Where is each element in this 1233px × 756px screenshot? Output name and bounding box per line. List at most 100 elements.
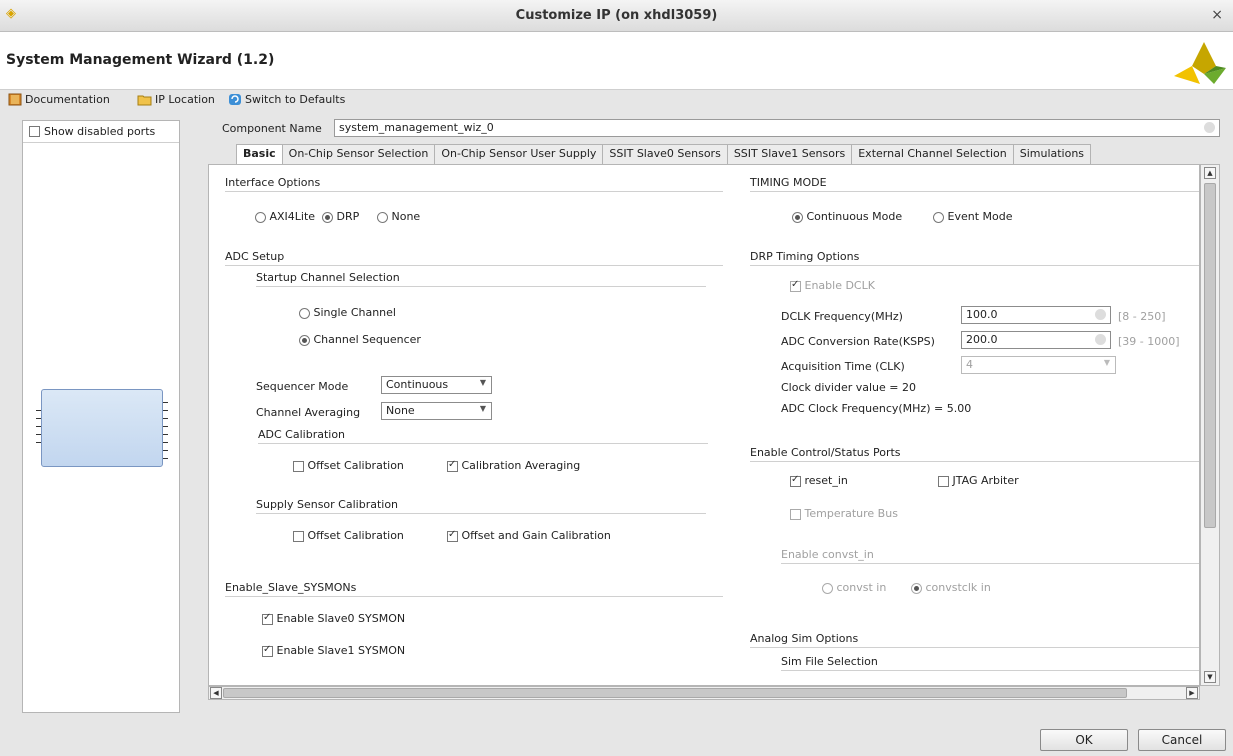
none-radio[interactable] (377, 211, 388, 223)
tab-external-channel-selection[interactable]: External Channel Selection (851, 144, 1014, 164)
supply-offset-calibration-option[interactable]: Offset Calibration (293, 529, 404, 542)
jtag-arbiter-option[interactable]: JTAG Arbiter (938, 474, 1019, 487)
symbol-panel: Show disabled ports (22, 120, 180, 713)
offset-gain-calibration-checkbox[interactable] (447, 529, 458, 542)
show-disabled-ports-option[interactable]: Show disabled ports (23, 121, 179, 143)
ok-button[interactable]: OK (1040, 729, 1128, 751)
tab-basic[interactable]: Basic (236, 144, 283, 165)
adc-conversion-rate-range: [39 - 1000] (1118, 335, 1180, 348)
enable-slave1-option[interactable]: Enable Slave1 SYSMON (262, 644, 405, 657)
clear-icon[interactable] (1204, 122, 1215, 133)
show-disabled-ports-label: Show disabled ports (44, 125, 156, 138)
acquisition-time-value: 4 (966, 358, 973, 371)
continuous-mode-option[interactable]: Continuous Mode (792, 210, 902, 223)
control-status-ports-title: Enable Control/Status Ports (750, 446, 901, 459)
documentation-label: Documentation (25, 93, 110, 106)
vertical-scroll-thumb[interactable] (1204, 183, 1216, 528)
convstclk-in-label: convstclk in (925, 581, 991, 594)
tab-on-chip-sensor-selection[interactable]: On-Chip Sensor Selection (281, 144, 436, 164)
dclk-frequency-input[interactable]: 100.0 (961, 306, 1111, 324)
tab-ssit-slave0-sensors[interactable]: SSIT Slave0 Sensors (602, 144, 728, 164)
jtag-arbiter-label: JTAG Arbiter (952, 474, 1019, 487)
clear-icon[interactable] (1095, 334, 1106, 345)
continuous-mode-radio[interactable] (792, 211, 803, 223)
ip-symbol (36, 389, 168, 467)
event-mode-label: Event Mode (947, 210, 1013, 223)
offset-gain-calibration-option[interactable]: Offset and Gain Calibration (447, 529, 611, 542)
single-channel-radio[interactable] (299, 307, 310, 319)
cancel-button[interactable]: Cancel (1138, 729, 1226, 751)
acquisition-time-select: 4 ▼ (961, 356, 1116, 374)
sequencer-mode-select[interactable]: Continuous ▼ (381, 376, 492, 394)
drp-label: DRP (336, 210, 360, 223)
scroll-up-icon[interactable]: ▲ (1204, 167, 1216, 179)
channel-sequencer-radio[interactable] (299, 334, 310, 346)
component-name-input[interactable]: system_management_wiz_0 (334, 119, 1220, 137)
enable-dclk-option: Enable DCLK (790, 279, 875, 292)
reset-in-checkbox[interactable] (790, 474, 801, 487)
channel-sequencer-option[interactable]: Channel Sequencer (299, 333, 421, 346)
offset-calibration-label: Offset Calibration (307, 459, 404, 472)
clear-icon[interactable] (1095, 309, 1106, 320)
calibration-averaging-option[interactable]: Calibration Averaging (447, 459, 580, 472)
tab-simulations[interactable]: Simulations (1012, 144, 1092, 164)
continuous-mode-label: Continuous Mode (806, 210, 903, 223)
interface-drp-option[interactable]: DRP (322, 210, 359, 223)
supply-sensor-calibration-title: Supply Sensor Calibration (256, 498, 399, 511)
single-channel-option[interactable]: Single Channel (299, 306, 396, 319)
sequencer-mode-value: Continuous (386, 378, 449, 391)
supply-offset-calibration-checkbox[interactable] (293, 530, 304, 542)
refresh-icon (229, 94, 241, 105)
tab-ssit-slave1-sensors[interactable]: SSIT Slave1 Sensors (726, 144, 853, 164)
convst-in-radio (822, 582, 833, 594)
analog-sim-options-title: Analog Sim Options (750, 632, 859, 645)
wizard-title: System Management Wizard (1.2) (6, 52, 275, 68)
channel-averaging-select[interactable]: None ▼ (381, 402, 492, 420)
interface-options-title: Interface Options (225, 176, 321, 189)
event-mode-radio[interactable] (933, 211, 944, 223)
enable-slave1-checkbox[interactable] (262, 644, 273, 657)
offset-calibration-checkbox[interactable] (293, 460, 304, 472)
calibration-averaging-checkbox[interactable] (447, 459, 458, 472)
tab-bar: Basic On-Chip Sensor Selection On-Chip S… (236, 144, 1092, 165)
convst-in-label: convst in (836, 581, 887, 594)
dclk-frequency-label: DCLK Frequency(MHz) (781, 310, 903, 323)
drp-radio[interactable] (322, 211, 333, 223)
offset-gain-calibration-label: Offset and Gain Calibration (461, 529, 611, 542)
show-disabled-ports-checkbox[interactable] (29, 126, 40, 137)
adc-conversion-rate-input[interactable]: 200.0 (961, 331, 1111, 349)
tab-on-chip-sensor-user-supply[interactable]: On-Chip Sensor User Supply (434, 144, 604, 164)
vertical-scrollbar[interactable]: ▲ ▼ (1200, 164, 1220, 686)
horizontal-scrollbar[interactable]: ◀ ▶ (208, 686, 1200, 700)
axi4lite-radio[interactable] (255, 211, 266, 223)
enable-slave-sysmons-title: Enable_Slave_SYSMONs (225, 581, 357, 594)
convstclk-in-option: convstclk in (911, 581, 991, 594)
startup-channel-selection-title: Startup Channel Selection (256, 271, 400, 284)
chevron-down-icon: ▼ (479, 378, 486, 387)
adc-conversion-rate-label: ADC Conversion Rate(KSPS) (781, 335, 935, 348)
title-bar: ◈ Customize IP (on xhdl3059) × (0, 0, 1233, 32)
sim-file-selection-title: Sim File Selection (781, 655, 878, 668)
close-icon[interactable]: × (1211, 7, 1223, 23)
event-mode-option[interactable]: Event Mode (933, 210, 1012, 223)
jtag-arbiter-checkbox[interactable] (938, 475, 949, 487)
interface-none-option[interactable]: None (377, 210, 420, 223)
adc-setup-title: ADC Setup (225, 250, 285, 263)
offset-calibration-option[interactable]: Offset Calibration (293, 459, 404, 472)
interface-axi4lite-option[interactable]: AXI4Lite (255, 210, 315, 223)
scroll-down-icon[interactable]: ▼ (1204, 671, 1216, 683)
dclk-frequency-value: 100.0 (966, 308, 998, 321)
enable-slave0-checkbox[interactable] (262, 612, 273, 625)
reset-in-option[interactable]: reset_in (790, 474, 848, 487)
switch-defaults-button[interactable]: Switch to Defaults (228, 93, 345, 106)
ip-location-button[interactable]: IP Location (137, 93, 215, 106)
scroll-left-icon[interactable]: ◀ (210, 687, 222, 699)
documentation-button[interactable]: Documentation (8, 93, 110, 106)
enable-slave0-label: Enable Slave0 SYSMON (276, 612, 406, 625)
scroll-right-icon[interactable]: ▶ (1186, 687, 1198, 699)
adc-conversion-rate-value: 200.0 (966, 333, 998, 346)
clock-divider-value: Clock divider value = 20 (781, 381, 917, 394)
horizontal-scroll-thumb[interactable] (223, 688, 1127, 698)
enable-slave0-option[interactable]: Enable Slave0 SYSMON (262, 612, 405, 625)
axi4lite-label: AXI4Lite (269, 210, 316, 223)
